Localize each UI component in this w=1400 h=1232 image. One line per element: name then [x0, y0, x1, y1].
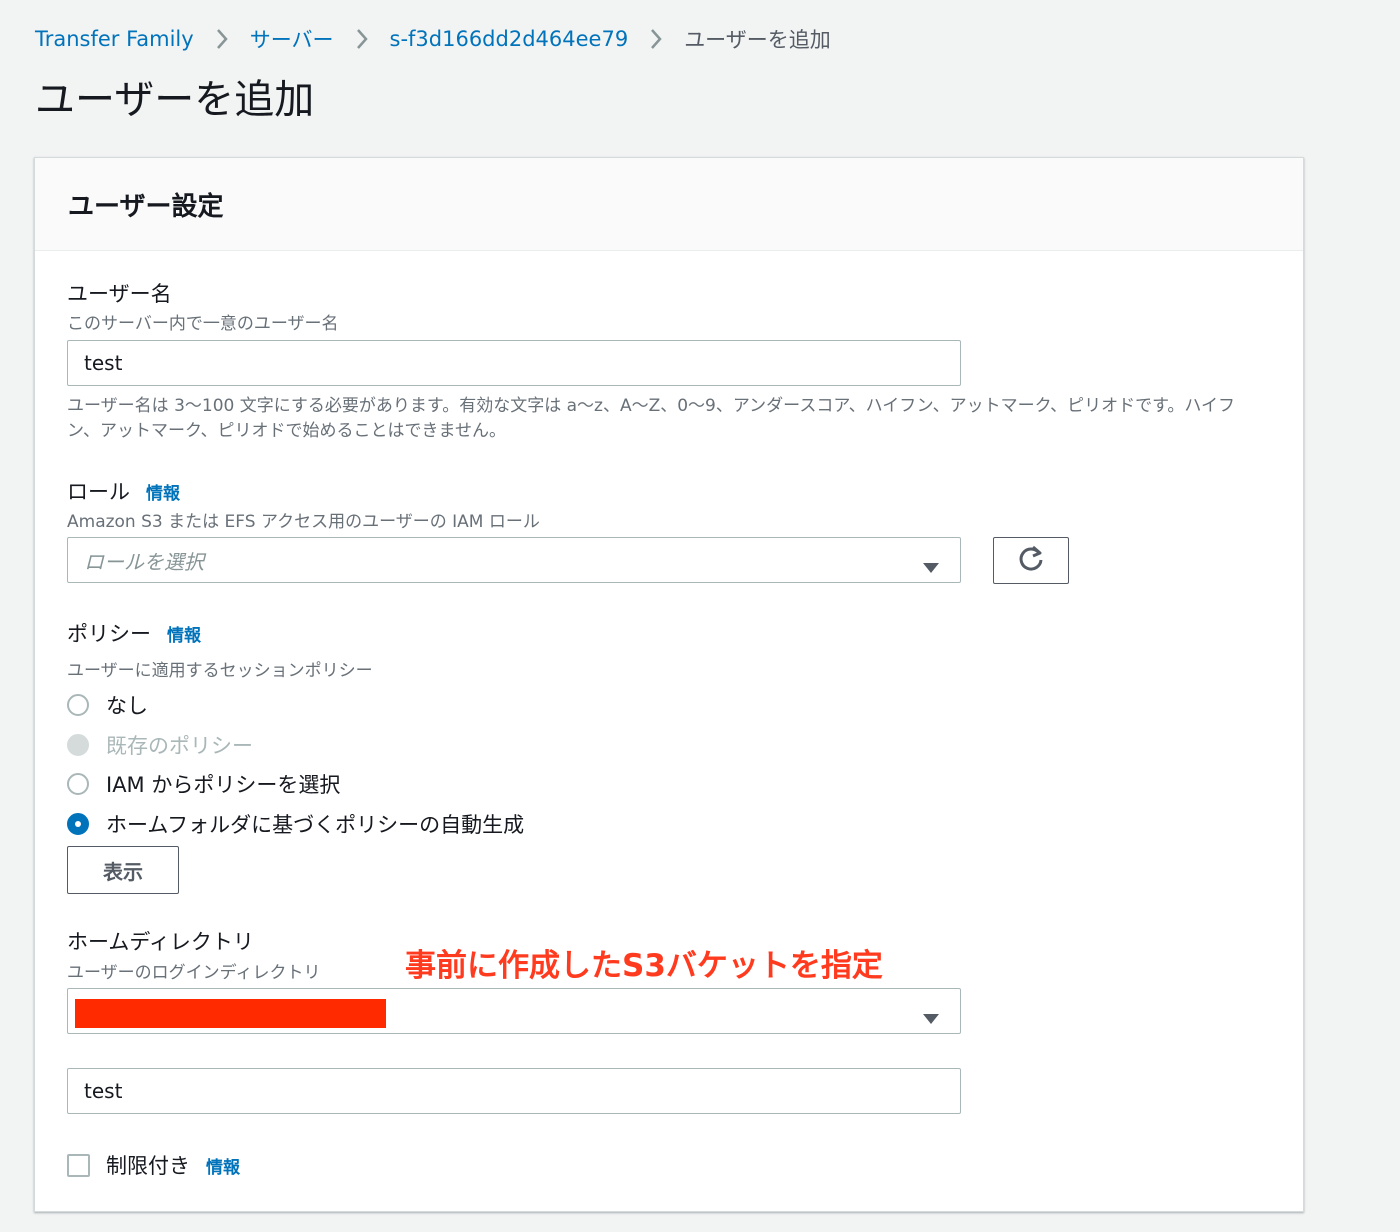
radio-checked-icon[interactable]	[67, 813, 89, 835]
radio-disabled-icon	[67, 734, 89, 756]
panel-header: ユーザー設定	[35, 158, 1303, 251]
home-path-value: test	[84, 1079, 123, 1103]
breadcrumb: Transfer Family サーバー s-f3d166dd2d464ee79…	[35, 22, 831, 56]
restricted-row: 制限付き 情報	[67, 1150, 240, 1180]
username-constraint-text: ユーザー名は 3〜100 文字にする必要があります。有効な文字は a〜z、A〜Z…	[67, 396, 1236, 441]
home-bucket-select[interactable]	[67, 988, 961, 1034]
policy-option-label: IAM からポリシーを選択	[106, 773, 341, 797]
caret-down-icon	[922, 555, 940, 579]
role-info-link[interactable]: 情報	[146, 479, 180, 504]
policy-option-existing: 既存のポリシー	[67, 730, 253, 760]
role-description: Amazon S3 または EFS アクセス用のユーザーの IAM ロール	[67, 512, 540, 532]
policy-description: ユーザーに適用するセッションポリシー	[67, 661, 373, 681]
breadcrumb-servers[interactable]: サーバー	[250, 24, 334, 54]
breadcrumb-transfer-family[interactable]: Transfer Family	[35, 27, 194, 51]
refresh-icon	[1017, 544, 1045, 577]
page-title: ユーザーを追加	[35, 77, 315, 123]
breadcrumb-current: ユーザーを追加	[684, 28, 831, 52]
username-input-value: test	[84, 351, 123, 375]
username-description: このサーバー内で一意のユーザー名	[67, 314, 339, 334]
policy-option-label: なし	[106, 694, 148, 718]
chevron-right-icon	[202, 27, 242, 51]
username-input[interactable]: test	[67, 340, 961, 386]
policy-info-link[interactable]: 情報	[167, 621, 201, 646]
chevron-right-icon	[342, 27, 382, 51]
view-policy-button[interactable]: 表示	[67, 846, 179, 894]
role-label: ロール	[67, 480, 130, 504]
restricted-label: 制限付き	[106, 1154, 190, 1178]
caret-down-icon	[922, 1006, 940, 1030]
role-select[interactable]: ロールを選択	[67, 537, 961, 583]
refresh-button[interactable]	[993, 537, 1069, 584]
radio-unchecked-icon[interactable]	[67, 773, 89, 795]
redaction-block	[75, 999, 386, 1028]
breadcrumb-server-id[interactable]: s-f3d166dd2d464ee79	[390, 27, 629, 51]
policy-label: ポリシー	[67, 622, 151, 646]
radio-unchecked-icon[interactable]	[67, 694, 89, 716]
role-label-row: ロール 情報	[67, 476, 180, 506]
role-select-placeholder: ロールを選択	[84, 549, 204, 574]
panel-title: ユーザー設定	[68, 191, 224, 222]
policy-option-auto-generate[interactable]: ホームフォルダに基づくポリシーの自動生成	[67, 809, 524, 839]
chevron-right-icon	[636, 27, 676, 51]
user-settings-panel: ユーザー設定 ユーザー名 このサーバー内で一意のユーザー名 test ユーザー名…	[34, 157, 1304, 1212]
policy-option-iam[interactable]: IAM からポリシーを選択	[67, 769, 340, 799]
username-label: ユーザー名	[67, 282, 172, 306]
home-directory-description: ユーザーのログインディレクトリ	[67, 963, 321, 983]
annotation-text: 事前に作成したS3バケットを指定	[405, 948, 883, 984]
home-path-input[interactable]: test	[67, 1068, 961, 1114]
restricted-info-link[interactable]: 情報	[206, 1153, 240, 1178]
restricted-checkbox[interactable]	[67, 1153, 90, 1177]
policy-option-label: ホームフォルダに基づくポリシーの自動生成	[106, 813, 525, 837]
policy-option-label: 既存のポリシー	[106, 734, 253, 758]
home-directory-label: ホームディレクトリ	[67, 930, 254, 954]
policy-option-none[interactable]: なし	[67, 690, 148, 720]
policy-label-row: ポリシー 情報	[67, 618, 201, 648]
